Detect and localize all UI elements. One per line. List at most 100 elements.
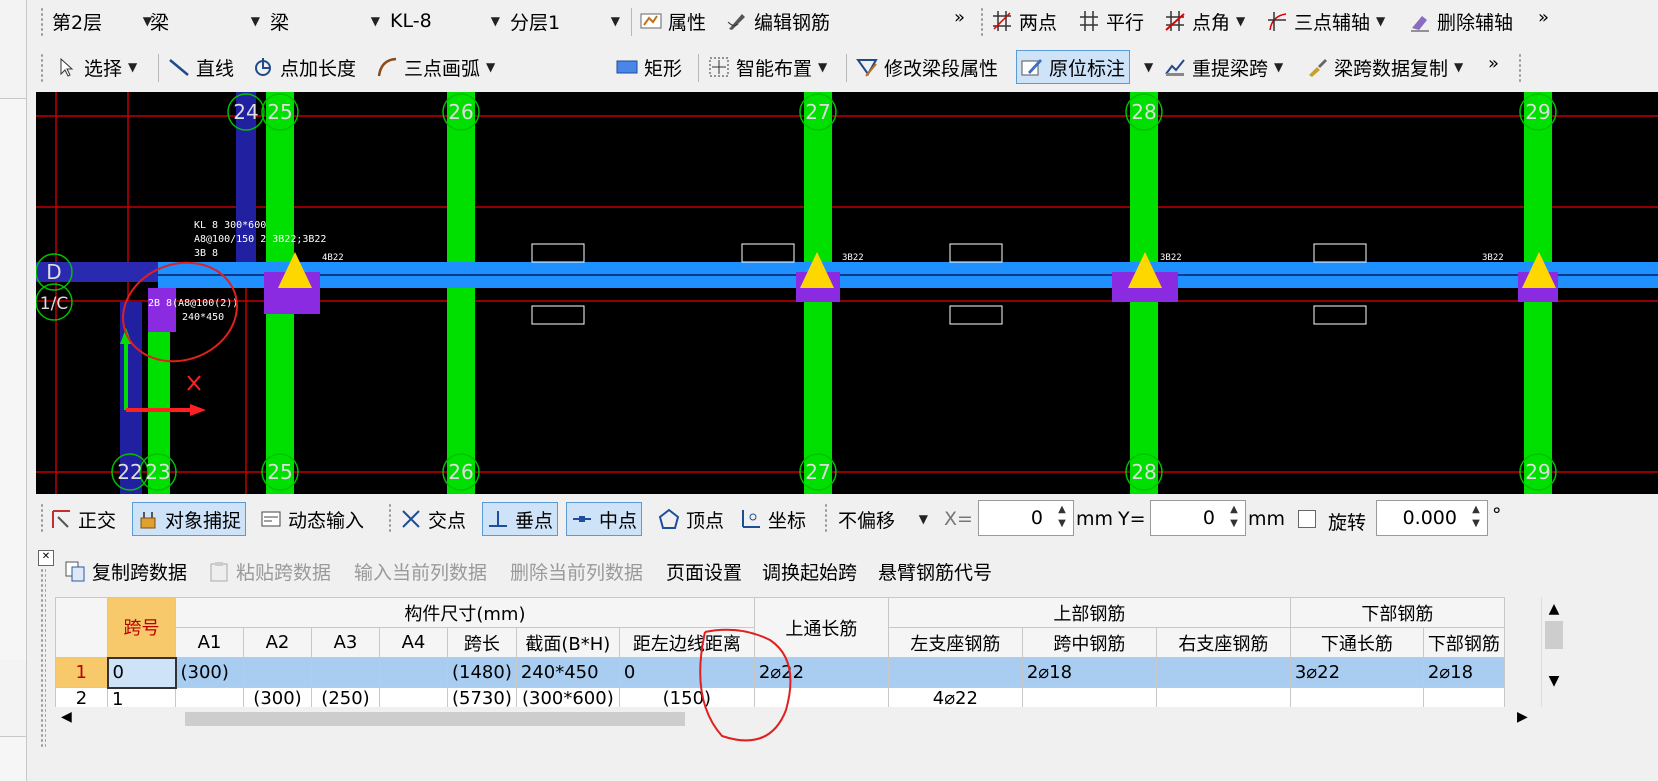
toolbar-grip[interactable] [824, 503, 828, 533]
rebar-label[interactable]: 3B22 [1160, 253, 1182, 263]
midpoint-snap-toggle[interactable]: 中点 [566, 502, 643, 536]
in-place-annotation-button[interactable]: 原位标注 [1016, 50, 1131, 84]
rebar-label[interactable]: 4B22 [322, 253, 344, 263]
table-cell[interactable]: 240*450 [515, 657, 620, 688]
spinner-icon[interactable]: ▲ ▼ [1467, 503, 1485, 533]
spinner-icon[interactable]: ▲ ▼ [1053, 503, 1071, 533]
y-coordinate-input[interactable]: 0 ▲ ▼ [1150, 500, 1246, 536]
column-header[interactable]: 右支座钢筋 [1155, 627, 1291, 658]
ortho-toggle[interactable]: 正交 [50, 502, 116, 536]
smart-layout-button[interactable]: 智能布置 ▼ [708, 50, 827, 84]
column-header[interactable]: A2 [243, 627, 312, 658]
toolbar-overflow-button[interactable]: » [954, 0, 965, 34]
dynamic-input-toggle[interactable]: 动态输入 [260, 502, 364, 536]
annotation-box[interactable] [949, 305, 1003, 325]
table-cell[interactable]: 2⌀18 [1021, 657, 1157, 688]
drawing-canvas[interactable]: KL 8 300*600 A8@100/150 2 3B22;3B22 3B 8… [36, 92, 1658, 494]
in-place-annotation-dropdown[interactable]: ▼ [1144, 50, 1153, 84]
column-header-span-no[interactable]: 跨号 [107, 597, 176, 658]
panel-grip[interactable] [40, 568, 46, 748]
dock-tab[interactable] [0, 50, 26, 99]
column-header[interactable]: 下部钢筋 [1422, 627, 1505, 658]
re-extract-span-button[interactable]: 重提梁跨 ▼ [1164, 50, 1283, 84]
toolbar-grip[interactable] [40, 53, 44, 83]
copy-span-data-tool[interactable]: 复制跨数据 [64, 556, 187, 586]
x-coordinate-input[interactable]: 0 ▲ ▼ [978, 500, 1074, 536]
column-header-top-through[interactable]: 上通长筋 [753, 597, 889, 658]
dock-tab[interactable] [0, 660, 26, 701]
coordinate-snap-toggle[interactable]: 坐标 [740, 502, 806, 536]
paste-span-data-tool[interactable]: 粘贴跨数据 [208, 556, 331, 586]
table-cell[interactable] [887, 657, 1023, 688]
annotation-box[interactable] [531, 305, 585, 325]
table-cell[interactable] [1155, 657, 1291, 688]
offset-select[interactable]: 不偏移 ▼ [834, 504, 934, 534]
swap-start-span-tool[interactable]: 调换起始跨 [762, 556, 857, 586]
two-points-axis-button[interactable]: 两点 [991, 4, 1057, 38]
modify-segment-button[interactable]: 修改梁段属性 [856, 50, 998, 84]
annotation-box[interactable] [1313, 305, 1367, 325]
delete-column-tool[interactable]: 删除当前列数据 [510, 556, 643, 586]
scroll-right-icon[interactable]: ▶ [1517, 709, 1528, 725]
annotation-box[interactable] [531, 243, 585, 263]
table-cell[interactable]: 2⌀22 [753, 657, 889, 688]
table-vertical-scrollbar[interactable]: ▲ ▼ [1541, 597, 1566, 707]
vertex-snap-toggle[interactable]: 顶点 [658, 502, 724, 536]
point-length-button[interactable]: 点加长度 [252, 50, 356, 84]
column-header[interactable]: 下通长筋 [1289, 627, 1424, 658]
beam-label[interactable]: 3B 8 [194, 248, 218, 259]
column-header[interactable]: 距左边线距离 [618, 627, 755, 658]
column-header[interactable]: 截面(B*H) [515, 627, 620, 658]
cantilever-support[interactable] [148, 288, 176, 332]
floor-select[interactable]: 第2层 ▼ [48, 6, 158, 36]
row-number[interactable]: 1 [55, 657, 108, 688]
page-setup-tool[interactable]: 页面设置 [666, 556, 742, 586]
point-angle-axis-button[interactable]: 点角 ▼ [1164, 4, 1245, 38]
close-icon[interactable]: ✕ [38, 550, 54, 566]
table-cell[interactable]: 2⌀18 [1422, 657, 1505, 688]
toolbar-grip[interactable] [980, 7, 984, 37]
dock-tab[interactable] [0, 700, 26, 737]
parallel-axis-button[interactable]: 平行 [1078, 4, 1144, 38]
properties-button[interactable]: 属性 [640, 4, 706, 38]
line-tool-button[interactable]: 直线 [168, 50, 234, 84]
rotate-angle-input[interactable]: 0.000 ▲ ▼ [1376, 500, 1488, 536]
rotate-checkbox[interactable] [1298, 510, 1316, 528]
type-select[interactable]: 梁 ▼ [266, 6, 386, 36]
toolbar-grip[interactable] [40, 7, 44, 37]
intersection-snap-toggle[interactable]: 交点 [400, 502, 466, 536]
scroll-left-icon[interactable]: ◀ [61, 709, 72, 725]
annotation-box[interactable] [741, 243, 795, 263]
table-cell[interactable]: (300) [175, 657, 244, 688]
toolbar-overflow-button[interactable]: » [1488, 46, 1499, 80]
table-horizontal-scrollbar[interactable]: ◀ ▶ [55, 707, 1540, 731]
toolbar-overflow-button[interactable]: » [1538, 0, 1549, 34]
scroll-thumb[interactable] [1545, 621, 1563, 649]
input-column-tool[interactable]: 输入当前列数据 [354, 556, 487, 586]
category-select[interactable]: 梁 ▼ [146, 6, 266, 36]
column-header[interactable]: A4 [379, 627, 448, 658]
column-header[interactable]: 跨中钢筋 [1021, 627, 1157, 658]
scroll-down-icon[interactable]: ▼ [1542, 673, 1566, 689]
table-row[interactable]: 1 0 (300) (1480) 240*450 0 2⌀22 2⌀18 3⌀2… [55, 656, 1505, 689]
toolbar-grip[interactable] [388, 503, 392, 533]
annotation-box[interactable] [1313, 243, 1367, 263]
table-cell[interactable]: 0 [106, 656, 177, 689]
perpendicular-snap-toggle[interactable]: 垂点 [482, 502, 559, 536]
three-point-arc-button[interactable]: 三点画弧 ▼ [376, 50, 495, 84]
select-button[interactable]: 选择 ▼ [56, 50, 137, 84]
scroll-thumb[interactable] [185, 712, 685, 726]
cantilever-size-label[interactable]: 240*450 [182, 312, 224, 323]
toolbar-grip[interactable] [40, 503, 44, 533]
cantilever-rebar-label[interactable]: 2B 8(A8@100(2)) [148, 298, 238, 309]
column-header[interactable]: A3 [311, 627, 380, 658]
column-header[interactable]: 跨长 [447, 627, 517, 658]
object-snap-toggle[interactable]: 对象捕捉 [132, 502, 247, 536]
table-cell[interactable] [311, 657, 380, 688]
delete-axis-button[interactable]: 删除辅轴 [1409, 4, 1513, 38]
spinner-icon[interactable]: ▲ ▼ [1225, 503, 1243, 533]
scroll-up-icon[interactable]: ▲ [1542, 601, 1566, 617]
table-cell[interactable]: 0 [618, 657, 755, 688]
element-select[interactable]: KL-8 ▼ [386, 6, 506, 36]
table-cell[interactable] [243, 657, 312, 688]
